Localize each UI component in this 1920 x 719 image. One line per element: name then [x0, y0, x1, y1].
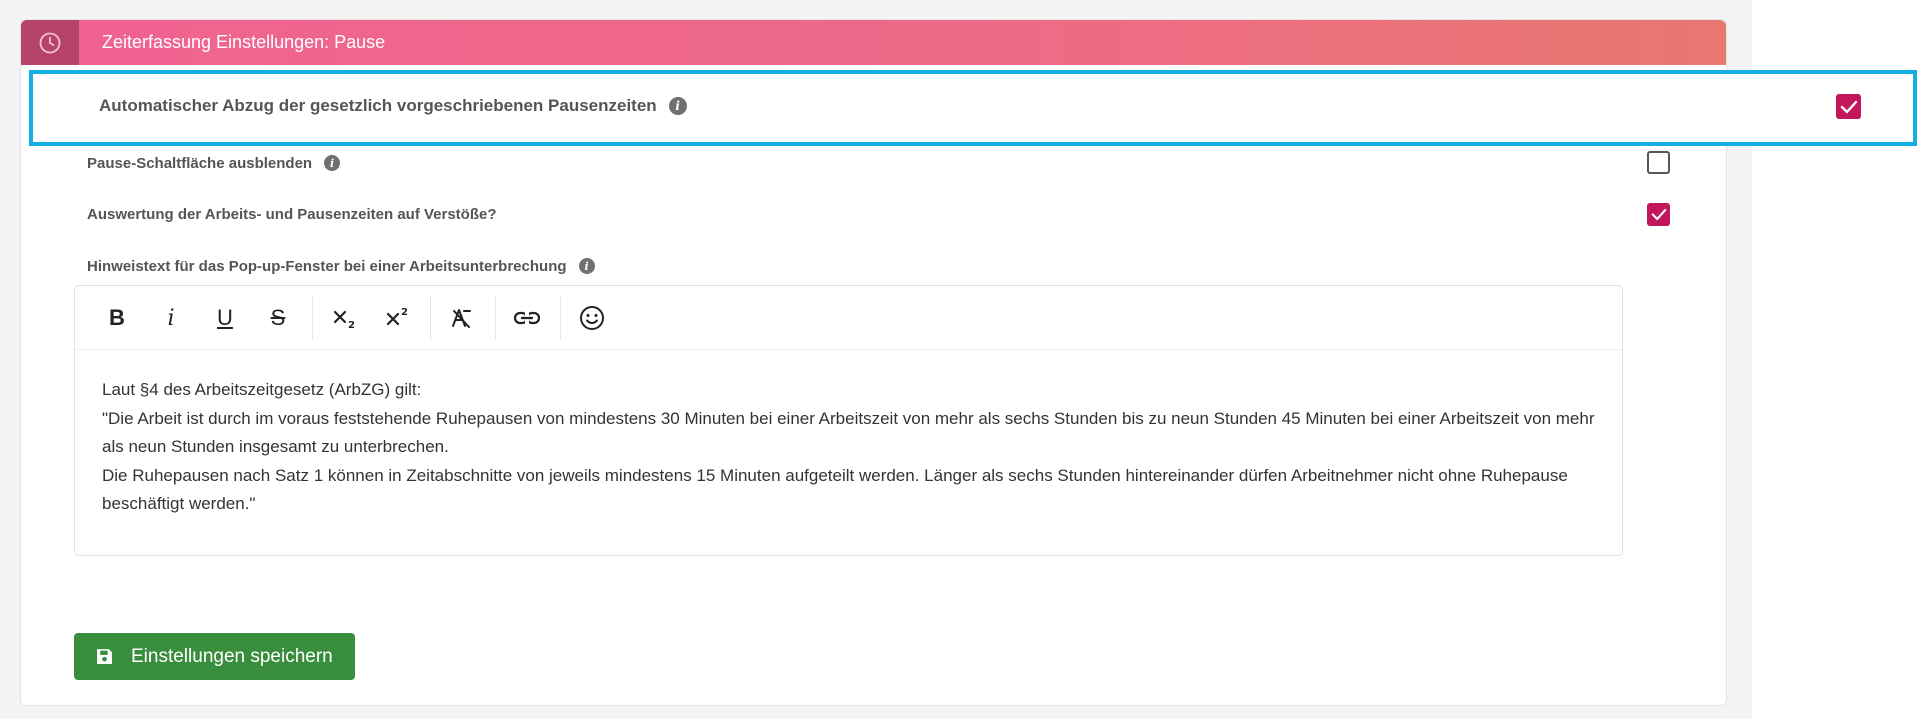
- smiley-icon: [580, 306, 604, 330]
- svg-text:2: 2: [401, 307, 408, 318]
- subscript-button[interactable]: 2: [330, 303, 360, 333]
- save-settings-button[interactable]: Einstellungen speichern: [74, 633, 355, 680]
- subscript-icon: 2: [333, 310, 355, 330]
- emoji-button[interactable]: [577, 303, 607, 333]
- setting-label: Hinweistext für das Pop-up-Fenster bei e…: [87, 257, 567, 275]
- setting-auto-break-deduction: Automatischer Abzug der gesetzlich vorge…: [99, 95, 687, 117]
- info-icon[interactable]: i: [668, 97, 687, 115]
- svg-text:2: 2: [348, 320, 355, 330]
- rich-text-editor: B i U S 2 2 Laut §4 des Arbeitszeitgeset…: [74, 285, 1623, 556]
- italic-button[interactable]: i: [156, 303, 186, 333]
- auto-break-deduction-checkbox[interactable]: [1836, 94, 1861, 119]
- setting-label: Pause-Schaltfläche ausblenden: [87, 154, 313, 172]
- editor-label: Hinweistext für das Pop-up-Fenster bei e…: [87, 256, 595, 276]
- editor-content[interactable]: Laut §4 des Arbeitszeitgesetz (ArbZG) gi…: [102, 376, 1602, 519]
- panel-title: Zeiterfassung Einstellungen: Pause: [102, 32, 386, 52]
- toolbar-separator: [430, 296, 431, 340]
- save-button-label: Einstellungen speichern: [131, 645, 333, 667]
- editor-paragraph: Laut §4 des Arbeitszeitgesetz (ArbZG) gi…: [102, 380, 422, 399]
- clock-icon: [21, 20, 79, 65]
- checkmark-icon: [1840, 100, 1857, 113]
- toolbar-separator: [560, 296, 561, 340]
- checkmark-icon: [1651, 208, 1666, 221]
- superscript-button[interactable]: 2: [383, 303, 413, 333]
- editor-toolbar: B i U S 2 2: [75, 286, 1622, 350]
- hide-break-button-checkbox[interactable]: [1647, 151, 1670, 174]
- setting-evaluate-violations: Auswertung der Arbeits- und Pausenzeiten…: [87, 204, 497, 224]
- toolbar-separator: [495, 296, 496, 340]
- clear-format-icon: [452, 309, 471, 328]
- panel-header: Zeiterfassung Einstellungen: Pause: [21, 20, 1726, 65]
- evaluate-violations-checkbox[interactable]: [1647, 203, 1670, 226]
- underline-button[interactable]: U: [210, 303, 240, 333]
- floppy-disk-icon: [96, 648, 113, 665]
- info-icon[interactable]: i: [578, 258, 595, 274]
- bold-button[interactable]: B: [102, 303, 132, 333]
- strikethrough-button[interactable]: S: [263, 303, 293, 333]
- editor-paragraph: "Die Arbeit ist durch im voraus feststeh…: [102, 408, 1595, 457]
- setting-label: Automatischer Abzug der gesetzlich vorge…: [99, 96, 657, 115]
- editor-paragraph: Die Ruhepausen nach Satz 1 können in Zei…: [102, 465, 1568, 514]
- info-icon[interactable]: i: [324, 155, 341, 171]
- superscript-icon: 2: [386, 307, 408, 326]
- setting-label: Auswertung der Arbeits- und Pausenzeiten…: [87, 205, 497, 223]
- link-icon: [513, 311, 541, 325]
- link-button[interactable]: [512, 303, 542, 333]
- toolbar-separator: [312, 296, 313, 340]
- clear-format-button[interactable]: [446, 303, 476, 333]
- setting-hide-break-button: Pause-Schaltfläche ausblenden i: [87, 153, 341, 173]
